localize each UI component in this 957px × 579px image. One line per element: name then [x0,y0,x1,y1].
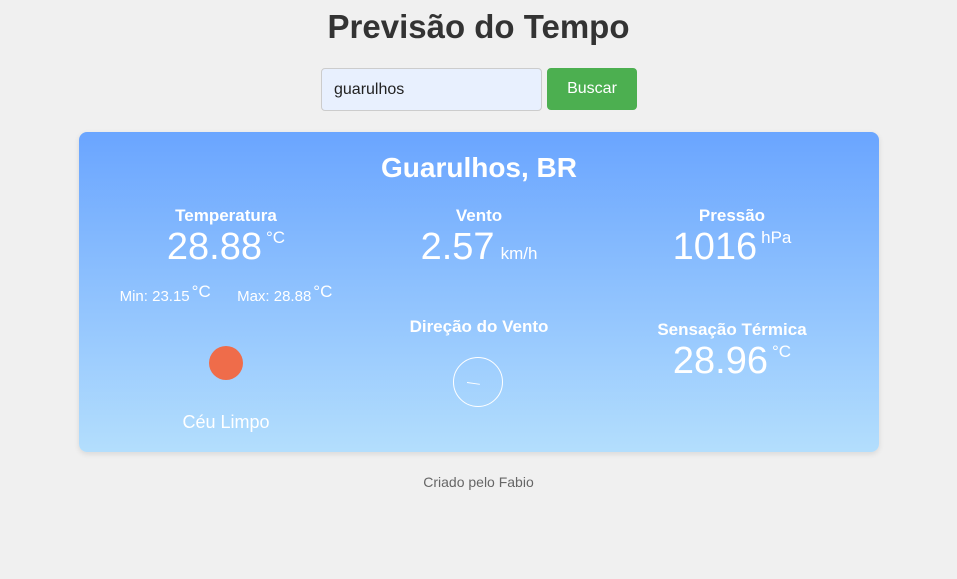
footer-credit: Criado pelo Fabio [423,474,534,490]
temperature-value: 28.88 [166,226,262,268]
search-bar: Buscar [321,68,637,111]
max-temperature-unit: °C [313,282,333,301]
wind-label: Vento [455,206,503,225]
compass-icon [453,357,503,407]
weather-card: Guarulhos, BR Temperatura 28.88 °C Min: 2… [79,132,879,452]
temperature-label: Temperatura [175,206,277,225]
search-button[interactable]: Buscar [547,68,637,110]
wind-value: 2.57 [420,226,495,268]
max-temperature: Max: 28.88 [237,288,312,305]
city-name: Guarulhos, BR [380,152,577,183]
wind-block: Vento 2.57 km/h [379,206,579,269]
pressure-value-row: 1016 hPa [632,226,832,269]
weather-condition: Céu Limpo [182,412,270,432]
pressure-label: Pressão [698,206,766,225]
feels-like-block: Sensação Térmica 28.96 °C [612,320,852,383]
page-title: Previsão do Tempo [327,8,630,45]
pressure-value: 1016 [672,226,758,268]
wind-value-row: 2.57 km/h [379,226,579,269]
city-search-input[interactable] [321,68,542,111]
pressure-unit: hPa [761,228,792,247]
wind-direction-label: Direção do Vento [409,317,549,336]
sun-icon [209,346,243,380]
min-max-row: Min: 23.15 °C Max: 28.88 °C [96,282,356,308]
pressure-block: Pressão 1016 hPa [632,206,832,269]
feels-like-unit: °C [772,342,792,361]
temperature-value-row: 28.88 °C [126,226,326,269]
wind-unit: km/h [500,244,538,263]
feels-like-label: Sensação Térmica [657,320,807,339]
feels-like-value-row: 28.96 °C [612,340,852,383]
temperature-unit: °C [266,228,286,247]
temperature-block: Temperatura 28.88 °C [126,206,326,269]
wind-direction-block: Direção do Vento [359,317,599,337]
compass-needle [466,382,480,385]
min-temperature-unit: °C [191,282,211,301]
feels-like-value: 28.96 [672,340,768,382]
min-temperature: Min: 23.15 [119,288,190,305]
